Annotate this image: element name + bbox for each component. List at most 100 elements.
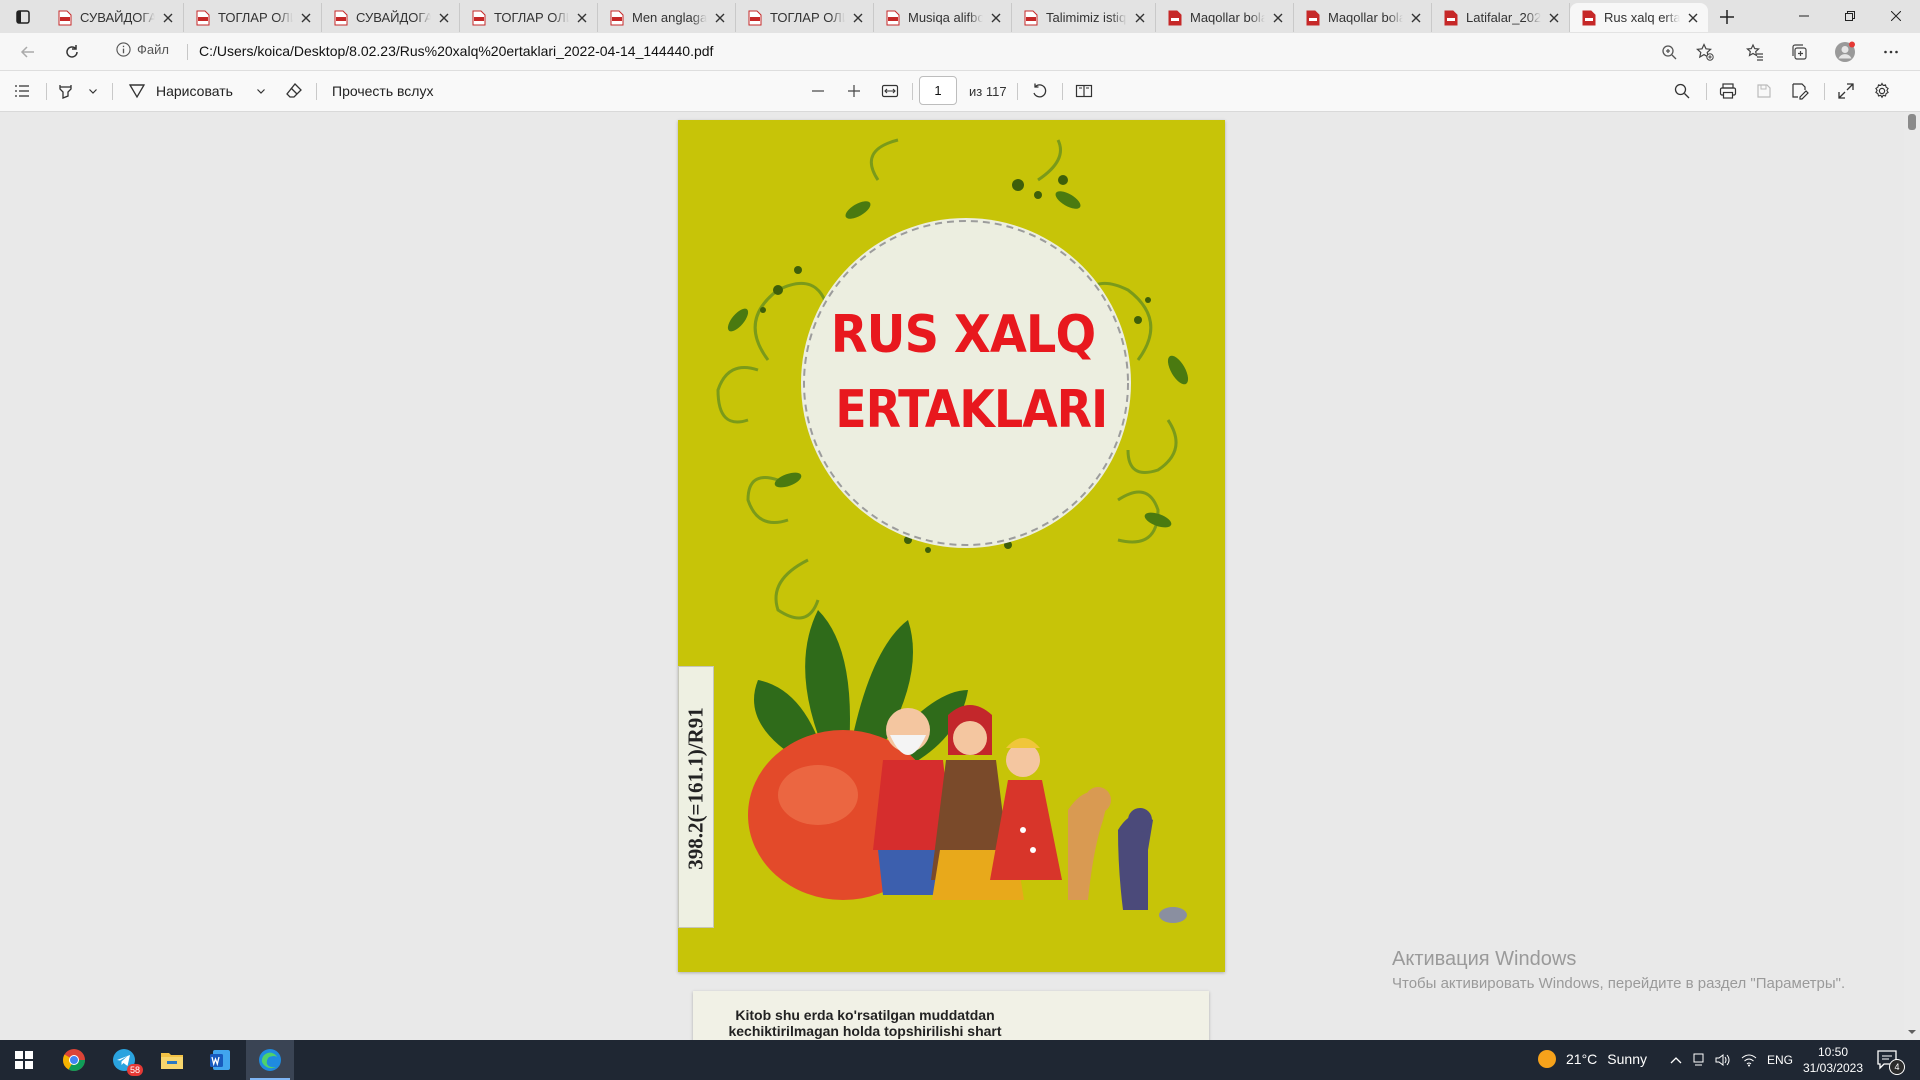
word-icon <box>210 1050 230 1070</box>
profile-avatar-icon <box>1835 41 1855 62</box>
pdf-settings-button[interactable] <box>1868 77 1896 105</box>
close-window-button[interactable] <box>1873 0 1919 32</box>
pdf-file-icon <box>1582 10 1596 25</box>
arrow-left-icon <box>20 46 34 58</box>
network-tray-button[interactable] <box>1740 1050 1758 1070</box>
highlight-button[interactable] <box>52 77 80 105</box>
draw-options-dropdown[interactable] <box>252 77 270 105</box>
pdf-file-icon <box>610 10 624 25</box>
browser-tab-active[interactable]: Rus xalq ertak <box>1570 3 1708 32</box>
taskbar-clock[interactable]: 10:50 31/03/2023 <box>1796 1044 1870 1076</box>
draw-button[interactable]: Нарисовать <box>128 77 233 105</box>
pdf-viewport[interactable]: RUS XALQ ERTAKLARI 398.2(=161.1)/R91 Kit… <box>0 112 1920 1040</box>
highlight-options-dropdown[interactable] <box>84 77 102 105</box>
tab-close-button[interactable] <box>573 9 591 27</box>
toolbar-divider <box>1706 83 1707 100</box>
tab-actions-menu-button[interactable] <box>8 4 38 30</box>
zoom-in-button[interactable] <box>840 77 868 105</box>
tab-close-button[interactable] <box>435 9 453 27</box>
collections-button[interactable] <box>1784 38 1814 66</box>
eraser-icon <box>286 83 302 98</box>
favorites-button[interactable] <box>1740 38 1770 66</box>
expand-icon <box>1838 83 1854 99</box>
collections-icon <box>1792 44 1807 60</box>
tab-close-button[interactable] <box>1684 9 1702 27</box>
notification-count-badge: 4 <box>1889 1059 1905 1075</box>
close-icon <box>577 13 587 22</box>
activation-title: Активация Windows <box>1392 948 1577 970</box>
add-favorite-button[interactable] <box>1690 38 1720 66</box>
tab-close-button[interactable] <box>1269 9 1287 27</box>
close-icon <box>1411 13 1421 22</box>
browser-tab[interactable]: СУВАЙДОГА <box>322 3 460 32</box>
tab-close-button[interactable] <box>297 9 315 27</box>
chevron-down-icon <box>257 89 265 94</box>
show-hidden-icons-button[interactable] <box>1668 1050 1684 1070</box>
browser-tab[interactable]: Maqollar bola <box>1294 3 1432 32</box>
new-tab-button[interactable] <box>1712 4 1742 30</box>
rotate-button[interactable] <box>1026 77 1054 105</box>
contents-button[interactable] <box>8 77 36 105</box>
print-button[interactable] <box>1714 77 1742 105</box>
input-language-indicator[interactable]: ENG <box>1767 1053 1793 1067</box>
settings-more-button[interactable] <box>1876 38 1906 66</box>
read-aloud-button[interactable]: Прочесть вслух <box>332 77 433 105</box>
tab-strip: СУВАЙДОГА ТОГЛАР ОЛИ СУВАЙДОГА ТОГЛАР ОЛ… <box>0 0 1920 33</box>
toolbar-divider <box>46 83 47 100</box>
tab-close-button[interactable] <box>159 9 177 27</box>
taskbar-app-chrome[interactable] <box>50 1040 98 1080</box>
minimize-button[interactable] <box>1781 0 1827 32</box>
taskbar-app-word[interactable] <box>196 1040 244 1080</box>
browser-tab[interactable]: Talimimiz istiq <box>1012 3 1156 32</box>
url-divider <box>187 44 188 60</box>
reload-button[interactable] <box>56 37 88 67</box>
speaker-icon <box>1715 1054 1730 1066</box>
browser-tab[interactable]: Men anglagan <box>598 3 736 32</box>
zoom-button[interactable] <box>1654 38 1684 66</box>
save-as-button[interactable] <box>1786 77 1814 105</box>
browser-tab[interactable]: ТОГЛАР ОЛИ <box>184 3 322 32</box>
browser-tab[interactable]: ТОГЛАР ОЛИ <box>460 3 598 32</box>
weather-widget[interactable]: 21°C Sunny <box>1538 1050 1647 1068</box>
taskbar-app-telegram[interactable]: 58 <box>100 1040 148 1080</box>
pdf-file-icon <box>196 10 210 25</box>
start-button[interactable] <box>0 1040 48 1080</box>
back-button[interactable] <box>12 37 44 67</box>
pdf-file-icon <box>1444 10 1458 25</box>
windows-logo-icon <box>15 1051 33 1069</box>
tab-close-button[interactable] <box>987 9 1005 27</box>
url-input[interactable]: C:/Users/koica/Desktop/8.02.23/Rus%20xal… <box>199 43 713 59</box>
tab-close-button[interactable] <box>1131 9 1149 27</box>
toolbar-divider <box>316 83 317 100</box>
scrollbar-thumb[interactable] <box>1908 114 1916 130</box>
page-number-input[interactable]: 1 <box>919 76 957 105</box>
tab-close-button[interactable] <box>711 9 729 27</box>
browser-tab[interactable]: Musiqa alifbo <box>874 3 1012 32</box>
meet-now-tray-button[interactable] <box>1690 1050 1708 1070</box>
find-button[interactable] <box>1668 77 1696 105</box>
site-info-button[interactable]: Файл <box>116 42 169 57</box>
volume-tray-button[interactable] <box>1714 1050 1732 1070</box>
restore-button[interactable] <box>1827 0 1873 32</box>
tab-close-button[interactable] <box>849 9 867 27</box>
zoom-out-button[interactable] <box>804 77 832 105</box>
browser-tab[interactable]: Latifalar_2022 <box>1432 3 1570 32</box>
plus-icon <box>1720 10 1734 24</box>
fit-to-width-button[interactable] <box>876 77 904 105</box>
fullscreen-button[interactable] <box>1832 77 1860 105</box>
profile-button[interactable] <box>1830 38 1860 66</box>
browser-tab[interactable]: Maqollar bola <box>1156 3 1294 32</box>
save-button[interactable] <box>1750 77 1778 105</box>
browser-tab[interactable]: ТОГЛАР ОЛИ <box>736 3 874 32</box>
more-horizontal-icon <box>1884 50 1898 54</box>
taskbar-app-file-explorer[interactable] <box>148 1040 196 1080</box>
vertical-scrollbar[interactable] <box>1904 112 1920 1040</box>
taskbar-app-edge[interactable] <box>246 1040 294 1080</box>
erase-button[interactable] <box>280 77 308 105</box>
browser-tab[interactable]: СУВАЙДОГА <box>46 3 184 32</box>
tab-close-button[interactable] <box>1407 9 1425 27</box>
tab-close-button[interactable] <box>1545 9 1563 27</box>
scroll-down-arrow-icon[interactable] <box>1907 1028 1917 1036</box>
minimize-icon <box>1799 15 1809 17</box>
page-view-button[interactable] <box>1070 77 1098 105</box>
